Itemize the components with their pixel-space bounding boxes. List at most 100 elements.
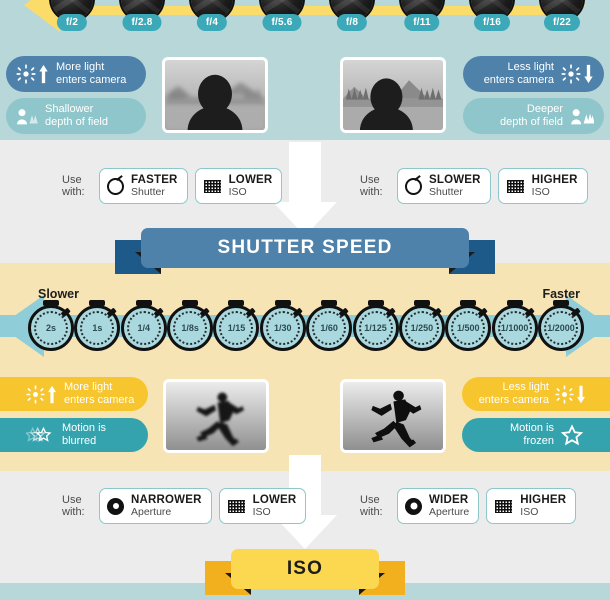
fstop-label: f/11: [404, 14, 440, 31]
chip-narrower-aperture[interactable]: NARROWER Aperture: [99, 488, 212, 524]
stopwatch-knob-icon: [338, 307, 349, 317]
chip-text: LOWER ISO: [252, 494, 297, 518]
stopwatch-icon: 1/4: [120, 300, 167, 351]
stopwatch-crown-icon: [506, 300, 523, 306]
stopwatch-icon: 1/500: [445, 300, 492, 351]
aperture-icon: [405, 497, 422, 515]
stopwatch-knob-icon: [431, 307, 442, 317]
use-with-label: Use with:: [62, 174, 85, 198]
chip-wider-aperture[interactable]: WIDER Aperture: [397, 488, 480, 524]
stopwatch-crown-icon: [274, 300, 291, 306]
shutter-motion-frozen-text: Motion is frozen: [509, 422, 554, 447]
chip-text: HIGHER ISO: [531, 174, 578, 198]
aperture-scale: f/2 f/2.8 f/4 f/5.6 f/8 f/11 f/16 f/22: [0, 0, 610, 32]
aperture-stop-f11: f/11: [399, 0, 445, 31]
shutter-speed-12000: 1/2000: [536, 300, 586, 351]
stopwatch-knob-icon: [570, 307, 581, 317]
sun-down-icon: [555, 384, 586, 404]
chip-text: FASTER Shutter: [131, 174, 178, 198]
shutter-speed-label: 1/250: [410, 323, 434, 333]
shutter-use-with-left: Use with: NARROWER Aperture LOWER ISO: [62, 488, 307, 524]
aperture-deep-dof-pill: Deeper depth of field: [463, 98, 604, 134]
stopwatch-knob-icon: [477, 307, 488, 317]
chip-higher-iso[interactable]: HIGHER ISO: [486, 488, 577, 524]
stopwatch-crown-icon: [413, 300, 430, 306]
shutter-blurred-motion-photo: [163, 379, 269, 453]
shutter-motion-frozen-pill: Motion is frozen: [462, 418, 610, 452]
fstop-label: f/2: [56, 14, 88, 31]
fstop-label: f/5.6: [262, 14, 302, 31]
fstop-label: f/22: [543, 14, 581, 31]
chip-slower-shutter[interactable]: SLOWER Shutter: [397, 168, 491, 204]
shutter-speed-label: 1/2000: [547, 323, 575, 333]
chip-lower-iso[interactable]: LOWER ISO: [218, 488, 307, 524]
use-with-label: Use with:: [62, 494, 85, 518]
shutter-speed-banner: SHUTTER SPEED: [115, 228, 495, 274]
stopwatch-crown-icon: [228, 300, 245, 306]
shutter-speed-label: 1s: [92, 323, 103, 333]
stopwatch-knob-icon: [385, 307, 395, 317]
shutter-stopwatch-row: 2s 1s 1/4 1/8s 1/15 1/30 1/60 1/125 1/250 1/500 1/…: [0, 300, 610, 355]
shutter-speed-section: Slower Faster 2s 1s 1/4 1/8s 1/15 1/30 1/60 1/1…: [0, 263, 610, 471]
stopwatch-knob-icon: [246, 307, 256, 317]
aperture-shallow-dof-text: Shallower depth of field: [45, 103, 108, 128]
shutter-icon: [107, 177, 124, 195]
banner-title: ISO: [286, 558, 324, 579]
stopwatch-icon: 1/60: [306, 300, 353, 351]
aperture-deep-dof-photo: [340, 57, 446, 133]
stopwatch-icon: 1/125: [352, 300, 399, 351]
chip-faster-shutter[interactable]: FASTER Shutter: [99, 168, 188, 204]
banner-plate: ISO: [231, 549, 379, 589]
aperture-stop-f56: f/5.6: [259, 0, 305, 31]
aperture-more-light-text: More light enters camera: [56, 61, 127, 86]
aperture-more-light-pill: More light enters camera: [6, 56, 146, 92]
fstop-label: f/4: [196, 14, 228, 31]
blurred-stars-icon: [26, 425, 56, 445]
chip-text: HIGHER ISO: [520, 494, 567, 518]
iso-grid-icon: [226, 498, 246, 514]
stopwatch-knob-icon: [524, 307, 535, 317]
stopwatch-knob-icon: [199, 307, 210, 317]
stopwatch-icon: 1/1000: [491, 300, 538, 351]
stopwatch-icon: 1/15: [213, 300, 260, 351]
shutter-speed-130: 1/30: [258, 300, 308, 351]
shutter-speed-115: 1/15: [211, 300, 261, 351]
shutter-motion-blurred-text: Motion is blurred: [62, 422, 107, 447]
stopwatch-icon: 1/250: [398, 300, 445, 351]
infographic-page: f/2 f/2.8 f/4 f/5.6 f/8 f/11 f/16 f/22 More lig…: [0, 0, 610, 600]
shutter-speed-1s: 1s: [72, 300, 122, 351]
shutter-speed-1125: 1/125: [351, 300, 401, 351]
shutter-more-light-pill: More light enters camera: [0, 377, 148, 411]
chip-text: NARROWER Aperture: [131, 494, 202, 518]
sun-up-icon: [26, 384, 57, 404]
stopwatch-crown-icon: [182, 300, 199, 306]
chip-text: WIDER Aperture: [429, 494, 470, 518]
fstop-label: f/8: [336, 14, 368, 31]
shutter-speed-1250: 1/250: [397, 300, 447, 351]
chip-lower-iso[interactable]: LOWER ISO: [194, 168, 283, 204]
iso-banner: ISO: [205, 549, 405, 595]
iso-grid-icon: [202, 178, 222, 194]
shutter-motion-blurred-pill: Motion is blurred: [0, 418, 148, 452]
shutter-less-light-text: Less light enters camera: [478, 381, 549, 406]
stopwatch-crown-icon: [460, 300, 477, 306]
fstop-label: f/2.8: [122, 14, 162, 31]
shutter-icon: [405, 177, 422, 195]
chip-text: LOWER ISO: [228, 174, 273, 198]
star-outline-icon: [560, 423, 584, 447]
stopwatch-crown-icon: [43, 300, 59, 306]
stopwatch-crown-icon: [321, 300, 338, 306]
chip-higher-iso[interactable]: HIGHER ISO: [497, 168, 588, 204]
stopwatch-icon: 1s: [74, 300, 121, 351]
aperture-deep-dof-text: Deeper depth of field: [500, 103, 563, 128]
stopwatch-crown-icon: [89, 300, 106, 306]
aperture-use-with-left: Use with: FASTER Shutter LOWER ISO: [62, 168, 283, 204]
shutter-speed-2s: 2s: [26, 300, 76, 351]
stopwatch-crown-icon: [553, 300, 569, 306]
shutter-speed-18s: 1/8s: [165, 300, 215, 351]
aperture-stop-f22: f/22: [539, 0, 585, 31]
portrait-shallow-dof-icon: [16, 106, 38, 126]
stopwatch-crown-icon: [135, 300, 152, 306]
shutter-speed-14: 1/4: [119, 300, 169, 351]
stopwatch-icon: 1/8s: [167, 300, 214, 351]
